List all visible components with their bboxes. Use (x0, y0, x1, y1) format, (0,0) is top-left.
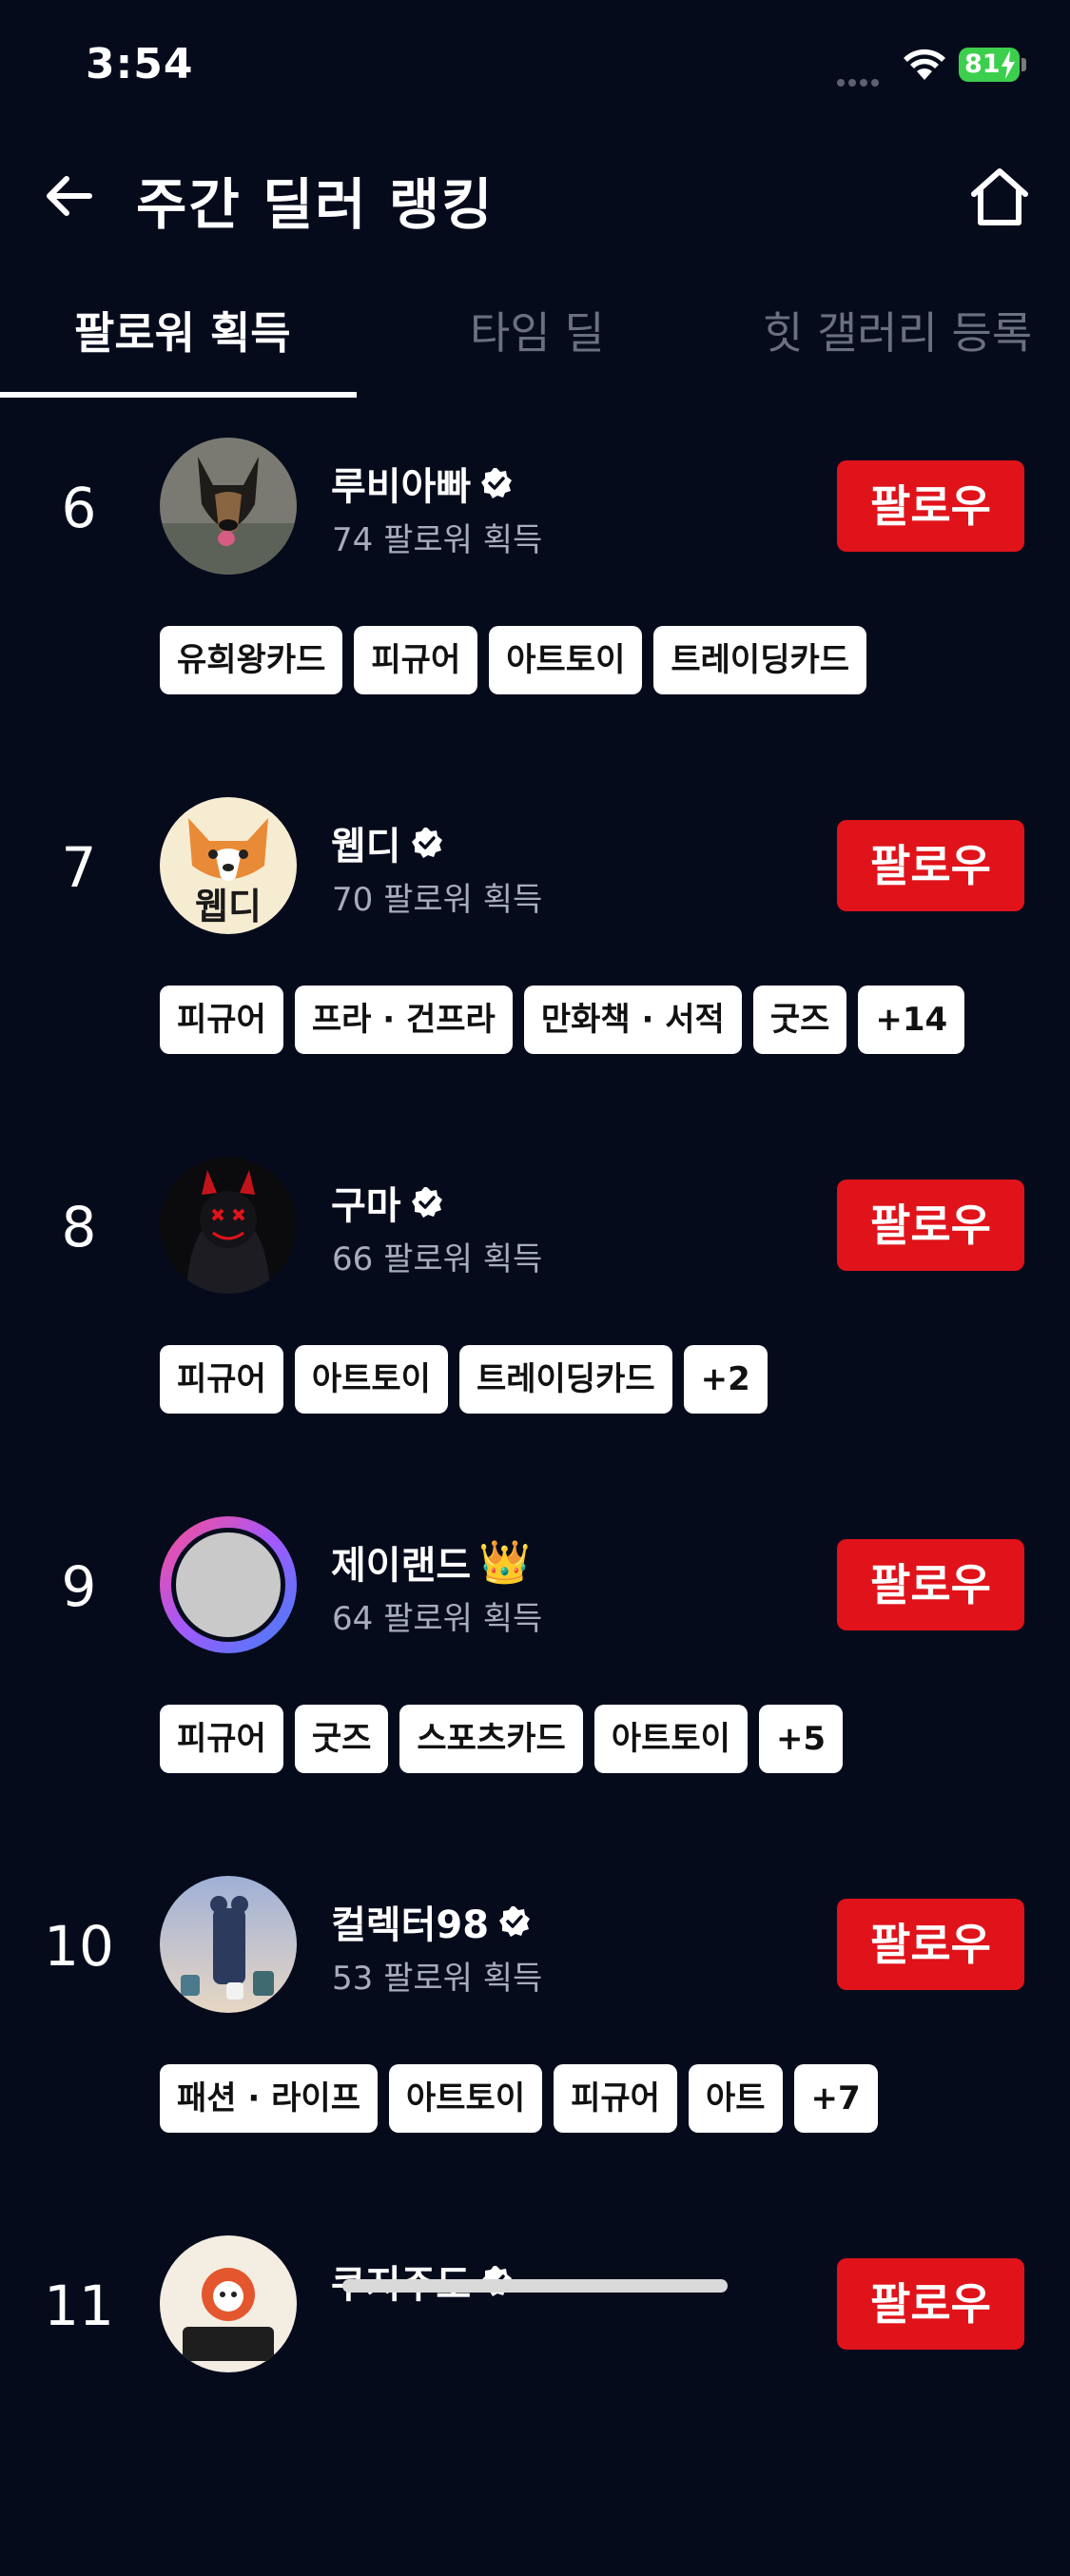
follower-gain-count: 53 팔로워 획득 (332, 1960, 543, 1998)
tab-bar: 팔로워 획득 타임 딜 힛 갤러리 등록 (0, 276, 1070, 400)
tab-hit-gallery[interactable]: 힛 갤러리 등록 (763, 299, 1032, 361)
follow-button[interactable]: 팔로우 (837, 460, 1024, 552)
more-tags-badge[interactable]: +14 (858, 986, 965, 1054)
follower-gain-count: 74 팔로워 획득 (332, 521, 543, 559)
tab-time-deal[interactable]: 타임 딜 (470, 299, 605, 361)
rank-number: 10 (44, 1914, 114, 1979)
page-title: 주간 딜러 랭킹 (136, 172, 495, 237)
rank-number: 9 (61, 1554, 97, 1619)
dealer-name[interactable]: 컬렉터98 (331, 1894, 489, 1949)
category-tags: 피규어 아트토이 트레이딩카드 +2 (160, 1345, 768, 1414)
category-tag[interactable]: 피규어 (160, 1345, 283, 1414)
category-tag[interactable]: 프라 · 건프라 (294, 986, 513, 1054)
more-tags-badge[interactable]: +5 (758, 1705, 844, 1773)
status-time: 3:54 (86, 40, 194, 88)
category-tags: 피규어 굿즈 스포츠카드 아트토이 +5 (160, 1705, 844, 1773)
ranking-item[interactable]: 6 루비아빠 74 팔로워 획득 팔로우 유희왕카드 피규어 아트토이 트레이딩… (0, 419, 1070, 778)
follow-button[interactable]: 팔로우 (837, 1899, 1024, 1990)
category-tag[interactable]: 패션 · 라이프 (160, 2064, 378, 2133)
dealer-name[interactable]: 제이랜드 (331, 1534, 471, 1590)
avatar[interactable] (160, 1157, 297, 1294)
crown-icon: 👑 (478, 1538, 531, 1587)
follower-gain-count: 64 팔로워 획득 (332, 1600, 543, 1638)
ranking-item[interactable]: 11 쿠지주도 팔로우 (0, 2216, 1070, 2576)
dealer-name-row: 구마 (331, 1174, 443, 1231)
dealer-name-row: 웹디 (331, 814, 443, 871)
rank-number: 7 (61, 835, 97, 900)
dealer-name[interactable]: 구마 (331, 1175, 401, 1230)
avatar[interactable] (160, 1516, 297, 1653)
category-tag[interactable]: 만화책 · 서적 (523, 986, 742, 1054)
home-indicator[interactable] (342, 2279, 728, 2293)
verified-badge-icon (411, 828, 442, 858)
category-tags: 유희왕카드 피규어 아트토이 트레이딩카드 (160, 626, 867, 694)
category-tag[interactable]: 유희왕카드 (160, 626, 343, 694)
ranking-item[interactable]: 8 구마 66 팔로워 획득 팔로우 피규어 아트토이 트레이딩카드 +2 (0, 1138, 1070, 1497)
category-tag[interactable]: 아트토이 (593, 1705, 748, 1773)
avatar[interactable] (160, 2235, 297, 2372)
dealer-name-row: 루비아빠 (331, 455, 513, 512)
category-tag[interactable]: 피규어 (160, 986, 283, 1054)
category-tag[interactable]: 아트 (688, 2064, 783, 2133)
dealer-name[interactable]: 루비아빠 (331, 456, 471, 511)
dealer-name-row: 제이랜드 👑 (331, 1533, 531, 1590)
back-arrow-icon[interactable] (40, 167, 97, 224)
tab-follower-gain[interactable]: 팔로워 획득 (74, 299, 291, 361)
follow-button[interactable]: 팔로우 (837, 2258, 1024, 2350)
category-tag[interactable]: 피규어 (354, 626, 478, 694)
verified-badge-icon (499, 1906, 531, 1937)
battery-icon: 81 (959, 48, 1020, 82)
category-tag[interactable]: 트레이딩카드 (653, 626, 867, 694)
rank-number: 6 (61, 476, 97, 540)
follow-button[interactable]: 팔로우 (837, 820, 1024, 911)
category-tag[interactable]: 피규어 (554, 2064, 677, 2133)
more-tags-badge[interactable]: +7 (793, 2064, 878, 2133)
category-tag[interactable]: 아트토이 (294, 1345, 448, 1414)
dealer-name-row: 컬렉터98 (331, 1893, 531, 1950)
avatar-logo-text: 웹디 (195, 886, 262, 927)
category-tag[interactable]: 트레이딩카드 (458, 1345, 672, 1414)
avatar[interactable] (160, 1876, 297, 2013)
follower-gain-count: 66 팔로워 획득 (332, 1240, 543, 1278)
category-tag[interactable]: 굿즈 (294, 1705, 389, 1773)
dealer-name[interactable]: 웹디 (331, 815, 401, 870)
more-tags-badge[interactable]: +2 (683, 1345, 768, 1414)
verified-badge-icon (411, 1187, 442, 1218)
wifi-icon (904, 49, 945, 80)
category-tag[interactable]: 피규어 (160, 1705, 283, 1773)
rank-number: 8 (61, 1195, 97, 1259)
ranking-item[interactable]: 7 웹디 웹디 70 팔로워 획득 팔로우 피규어 프라 · 건프라 만화책 ·… (0, 778, 1070, 1138)
follower-gain-count: 70 팔로워 획득 (332, 881, 543, 919)
follow-button[interactable]: 팔로우 (837, 1180, 1024, 1271)
verified-badge-icon (481, 468, 513, 498)
battery-cap (1021, 58, 1026, 71)
category-tag[interactable]: 스포츠카드 (399, 1705, 583, 1773)
ranking-item[interactable]: 10 컬렉터98 53 팔로워 획득 팔로우 패션 · 라이프 아트토이 피규어… (0, 1857, 1070, 2216)
cellular-signal-icon (837, 72, 888, 87)
active-tab-indicator (0, 392, 357, 398)
battery-level: 81 (964, 49, 1001, 79)
rank-number: 11 (44, 2274, 114, 2338)
ranking-item[interactable]: 9 제이랜드 👑 64 팔로워 획득 팔로우 피규어 굿즈 스포츠카드 아트토이… (0, 1497, 1070, 1857)
category-tag[interactable]: 아트토이 (389, 2064, 543, 2133)
avatar[interactable]: 웹디 (160, 797, 297, 934)
avatar[interactable] (160, 438, 297, 575)
status-bar: 3:54 81 (0, 0, 1070, 128)
category-tag[interactable]: 아트토이 (489, 626, 643, 694)
follow-button[interactable]: 팔로우 (837, 1539, 1024, 1630)
category-tag[interactable]: 굿즈 (752, 986, 847, 1054)
home-icon[interactable] (968, 166, 1031, 228)
top-app-bar: 주간 딜러 랭킹 (0, 143, 1070, 247)
category-tags: 피규어 프라 · 건프라 만화책 · 서적 굿즈 +14 (160, 986, 965, 1054)
category-tags: 패션 · 라이프 아트토이 피규어 아트 +7 (160, 2064, 878, 2133)
